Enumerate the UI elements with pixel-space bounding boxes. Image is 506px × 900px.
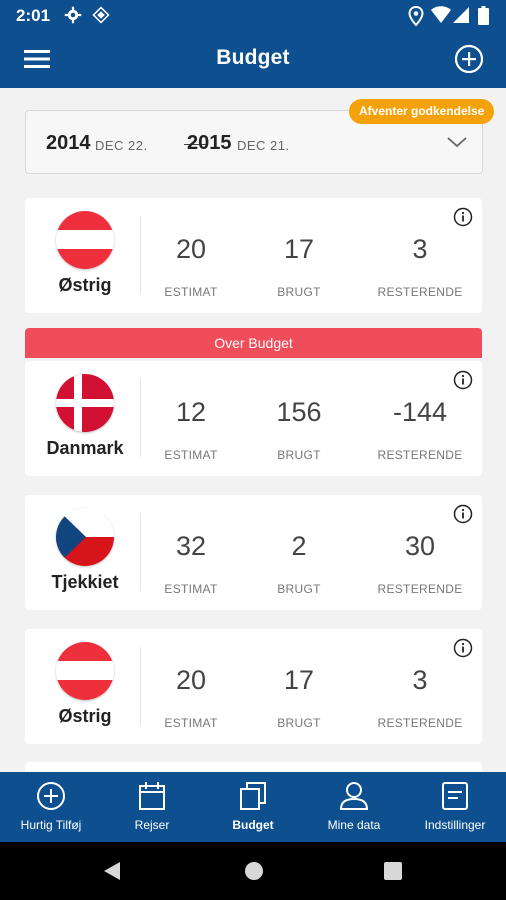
country-name: Tjekkiet [51, 572, 119, 592]
used-label: BRUGT [277, 716, 321, 730]
info-icon[interactable] [453, 207, 473, 227]
country-name: Østrig [58, 275, 112, 295]
estimate-label: ESTIMAT [164, 582, 218, 596]
estimate-label: ESTIMAT [164, 716, 218, 730]
nav-label: Budget [232, 818, 274, 832]
bottom-navigation: Hurtig Tilføj Rejser Budget Mine data In… [0, 772, 506, 842]
budget-card[interactable]: Over Budget Danmark 12 ESTIMAT 156 BRUGT… [25, 328, 482, 476]
end-year: 2015 [187, 132, 232, 154]
system-navigation-bar [0, 842, 506, 900]
austria-flag-icon [56, 642, 114, 700]
nav-trips[interactable]: Rejser [101, 772, 203, 842]
diamond-icon [92, 6, 110, 29]
used-label: BRUGT [277, 582, 321, 596]
info-icon[interactable] [453, 370, 473, 390]
info-icon[interactable] [453, 638, 473, 658]
nav-label: Rejser [134, 818, 170, 832]
nav-label: Hurtig Tilføj [20, 818, 82, 832]
copy-icon [238, 781, 268, 811]
over-budget-banner: Over Budget [25, 328, 482, 358]
denmark-flag-icon [56, 374, 114, 432]
nav-quick-add[interactable]: Hurtig Tilføj [0, 772, 102, 842]
estimate-label: ESTIMAT [164, 285, 218, 299]
status-bar: 2:01 [0, 0, 506, 32]
battery-icon [478, 6, 489, 30]
chevron-down-icon [446, 131, 468, 153]
location-icon [408, 5, 424, 31]
nav-label: Mine data [327, 818, 381, 832]
used-value: 17 [283, 665, 315, 695]
remaining-value: 3 [412, 234, 428, 264]
used-label: BRUGT [277, 448, 321, 462]
estimate-value: 20 [175, 234, 207, 264]
estimate-value: 12 [175, 397, 207, 427]
remaining-label: RESTERENDE [377, 448, 463, 462]
start-year: 2014 [46, 132, 91, 154]
document-icon [440, 781, 470, 811]
wifi-icon [431, 6, 451, 29]
end-date: DEC 21. [237, 138, 290, 153]
remaining-label: RESTERENDE [377, 285, 463, 299]
nav-budget[interactable]: Budget [202, 772, 304, 842]
info-icon[interactable] [453, 504, 473, 524]
recents-icon[interactable] [384, 862, 402, 885]
nav-my-data[interactable]: Mine data [303, 772, 405, 842]
add-circle-icon [36, 781, 66, 811]
estimate-label: ESTIMAT [164, 448, 218, 462]
estimate-value: 20 [175, 665, 207, 695]
estimate-value: 32 [175, 531, 207, 561]
country-name: Østrig [58, 706, 112, 726]
remaining-label: RESTERENDE [377, 716, 463, 730]
remaining-label: RESTERENDE [377, 582, 463, 596]
remaining-value: 3 [412, 665, 428, 695]
nav-settings[interactable]: Indstillinger [404, 772, 506, 842]
used-value: 17 [283, 234, 315, 264]
home-icon[interactable] [244, 861, 264, 886]
remaining-value: 30 [404, 531, 436, 561]
calendar-icon [137, 781, 167, 811]
signal-icon [453, 6, 469, 29]
budget-card[interactable]: Tjekkiet 32 ESTIMAT 2 BRUGT 30 RESTEREND… [25, 495, 482, 610]
used-label: BRUGT [277, 285, 321, 299]
budget-card[interactable]: Østrig 20 ESTIMAT 17 BRUGT 3 RESTERENDE [25, 198, 482, 313]
add-circle-icon[interactable] [454, 44, 484, 74]
budget-card[interactable]: Østrig 20 ESTIMAT 17 BRUGT 3 RESTERENDE [25, 629, 482, 744]
nav-label: Indstillinger [424, 818, 486, 832]
back-icon[interactable] [102, 861, 122, 886]
status-time: 2:01 [16, 6, 51, 25]
used-value: 2 [291, 531, 307, 561]
used-value: 156 [276, 397, 322, 427]
pending-approval-badge: Afventer godkendelse [349, 99, 495, 124]
page-title: Budget [216, 46, 290, 69]
country-name: Danmark [46, 438, 124, 458]
app-bar: Budget [0, 32, 506, 88]
remaining-value: -144 [392, 397, 448, 427]
austria-flag-icon [56, 211, 114, 269]
czech-flag-icon [56, 508, 114, 566]
person-icon [339, 781, 369, 811]
start-date: DEC 22. [95, 138, 148, 153]
gear-icon [64, 6, 82, 29]
